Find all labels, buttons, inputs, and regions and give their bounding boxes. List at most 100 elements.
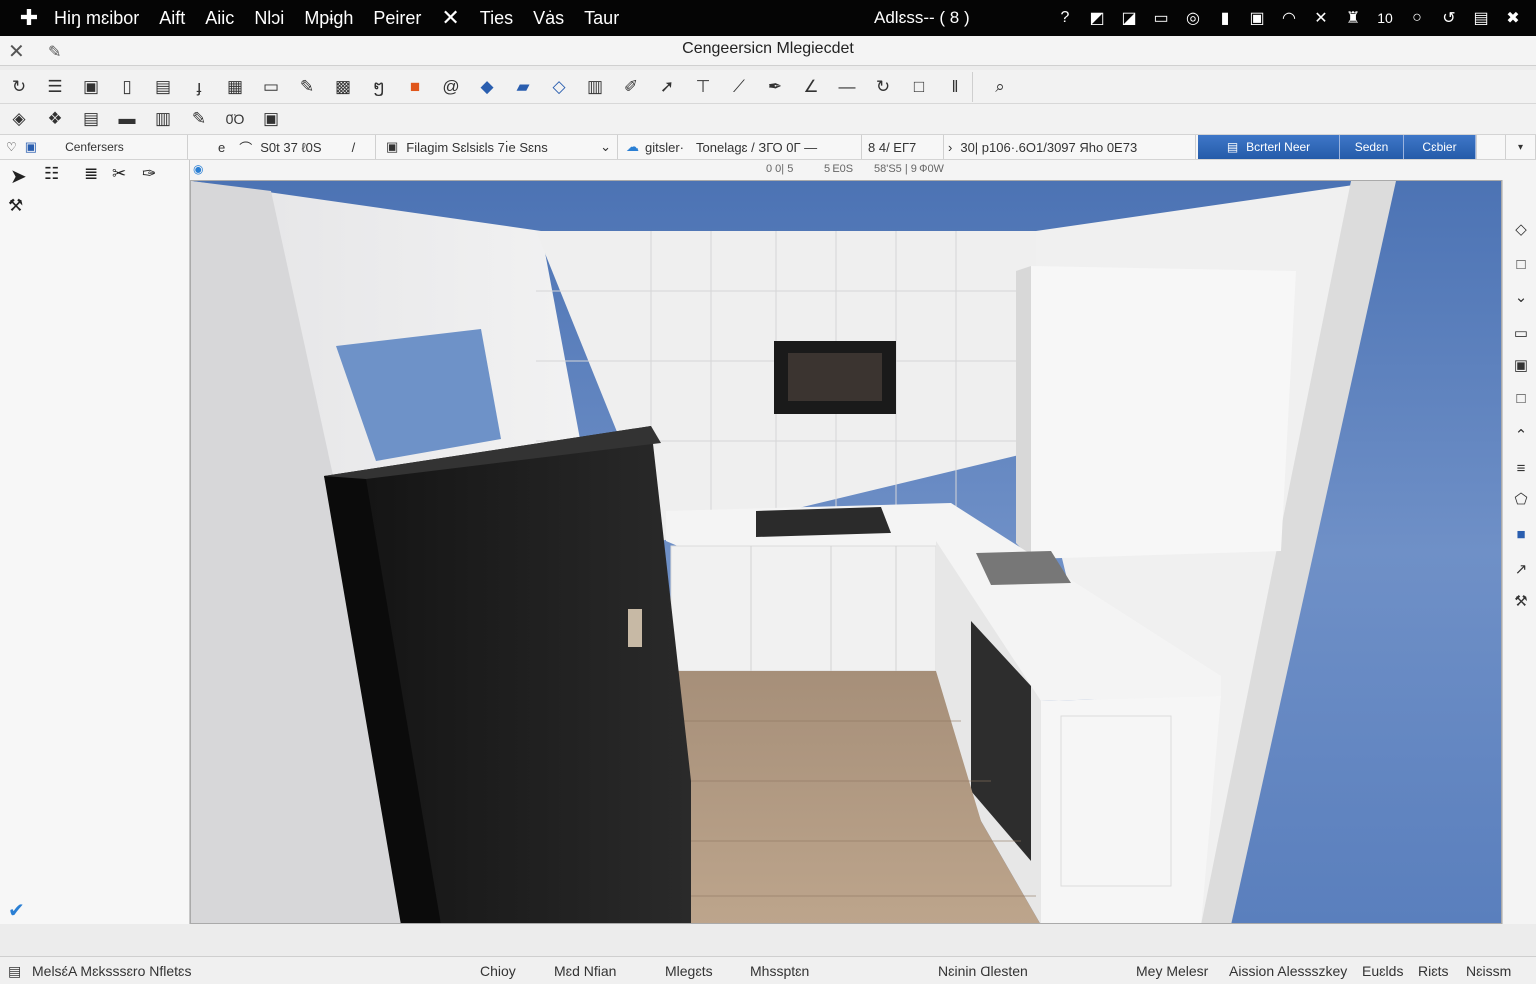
spiral-icon[interactable]: @ xyxy=(440,76,462,98)
glasses-label[interactable]: 0̈O xyxy=(224,108,246,130)
status-item[interactable]: Mɛd Nfian xyxy=(554,963,616,979)
menu-file[interactable]: Hiŋ mɛibor xyxy=(54,8,139,29)
folder-icon[interactable]: ▣ xyxy=(25,139,37,155)
rotate-icon[interactable]: ↻ xyxy=(872,76,894,98)
doc-icon[interactable]: ▤ xyxy=(152,76,174,98)
lasso-icon[interactable]: ↻ xyxy=(8,76,30,98)
status-item[interactable]: Mhssptɛn xyxy=(750,963,809,979)
panel-tab[interactable]: ♡ ▣ Cenfersers xyxy=(0,135,188,159)
tertiary-button[interactable]: Cɛbier xyxy=(1404,135,1476,159)
frame-icon[interactable]: □ xyxy=(1511,390,1531,410)
power-icon[interactable]: ○ xyxy=(1404,9,1430,27)
shield-check-icon[interactable]: ✔ xyxy=(8,898,25,923)
square-icon[interactable]: □ xyxy=(1511,256,1531,276)
menu-help[interactable]: Taur xyxy=(584,8,619,29)
status-item[interactable]: Riɛts xyxy=(1418,963,1449,979)
battery-icon[interactable]: ▮ xyxy=(1212,8,1238,28)
menu-modify[interactable]: Mpɨgh xyxy=(304,8,353,29)
monitor-icon[interactable]: ▭ xyxy=(1148,8,1174,28)
3d-viewport[interactable] xyxy=(190,180,1502,924)
status-item[interactable]: Mlegɛts xyxy=(665,963,713,979)
erase-icon[interactable]: ◈ xyxy=(8,108,30,130)
options-menu-button[interactable]: ▾ xyxy=(1506,135,1536,159)
menu-icon[interactable]: ≡ xyxy=(1511,460,1531,480)
tools-icon[interactable]: ⚒ xyxy=(1511,592,1531,612)
eraser-icon[interactable]: ◇ xyxy=(1511,220,1531,240)
bell-icon[interactable]: ♜ xyxy=(1340,8,1366,28)
chevron-down-icon[interactable]: ⌄ xyxy=(1511,288,1531,308)
rect-icon[interactable]: □ xyxy=(908,76,930,98)
chevron-up-icon[interactable]: ⌃ xyxy=(1511,426,1531,446)
brush-tool-icon[interactable]: ✑ xyxy=(142,164,156,184)
gallery-icon[interactable]: ▤ xyxy=(1468,8,1494,28)
options-dropdown[interactable] xyxy=(1476,135,1506,159)
chevron-down-icon[interactable]: ⌄ xyxy=(600,139,611,155)
magic-wand-icon[interactable]: ↗ xyxy=(1511,560,1531,580)
blue-swatch-icon[interactable]: ■ xyxy=(1511,526,1531,546)
panel-icon[interactable]: ▬ xyxy=(116,108,138,130)
line-icon[interactable]: — xyxy=(836,76,858,98)
wifi-icon[interactable]: ◠ xyxy=(1276,8,1302,28)
book-icon[interactable]: ▥ xyxy=(152,108,174,130)
pattern-icon[interactable]: ▩ xyxy=(332,76,354,98)
close-icon[interactable]: ✖ xyxy=(1500,8,1526,28)
menu-tiles[interactable]: Ties xyxy=(480,8,513,29)
menu-draw[interactable]: Nlɔi xyxy=(254,8,284,29)
loop-icon[interactable]: ↺ xyxy=(1436,8,1462,28)
gallery-icon[interactable]: ▣ xyxy=(1511,356,1531,376)
primary-button[interactable]: ▤ Bcrterl Neer xyxy=(1198,135,1340,159)
size-field[interactable]: 8 4/ ЕГ7 xyxy=(862,135,944,159)
globe-icon[interactable]: ◎ xyxy=(1180,8,1206,28)
coord-field[interactable]: › 30| p106·.6О1/3097 Яhо 0Ε73 xyxy=(944,135,1196,159)
secondary-button[interactable]: Sedɛn xyxy=(1340,135,1404,159)
pause-icon[interactable]: ‖ xyxy=(944,76,966,98)
angle-icon[interactable]: ∠ xyxy=(800,76,822,98)
feather-icon[interactable]: ✒ xyxy=(764,76,786,98)
eye-icon[interactable]: ♡ xyxy=(6,140,17,154)
menu-edit[interactable]: Aift xyxy=(159,8,185,29)
page-icon[interactable]: ▯ xyxy=(116,76,138,98)
display-icon[interactable]: ▣ xyxy=(1244,8,1270,28)
image-icon[interactable]: ▣ xyxy=(260,108,282,130)
stack-icon[interactable]: ▤ xyxy=(80,108,102,130)
orange-square-icon[interactable]: ■ xyxy=(404,76,426,98)
hook-icon[interactable]: ɟ xyxy=(188,76,210,98)
status-item[interactable]: Nɛissm xyxy=(1466,963,1511,979)
ruler-diag-icon[interactable]: ◇ xyxy=(548,76,570,98)
cube-icon[interactable]: ❖ xyxy=(44,108,66,130)
tone-field[interactable]: ☁ gitsler· Tonelagɛ / ЗГО 0Г — xyxy=(618,135,862,159)
ruler-origin-icon[interactable]: ◉ xyxy=(193,162,203,176)
table-icon[interactable]: ▥ xyxy=(584,76,606,98)
menu-tools-icon[interactable]: ✕ xyxy=(441,5,459,31)
tag-icon[interactable]: ◪ xyxy=(1116,8,1142,28)
app-menu-icon[interactable]: ✚ xyxy=(18,5,40,31)
status-item[interactable]: Aission Alessszkey xyxy=(1229,963,1347,979)
menu-pointer[interactable]: Peirer xyxy=(373,8,421,29)
edit-icon[interactable]: ◩ xyxy=(1084,8,1110,28)
list-icon[interactable]: ☰ xyxy=(44,76,66,98)
window-icon[interactable]: ▭ xyxy=(260,76,282,98)
bucket-icon[interactable]: ⬠ xyxy=(1511,490,1531,510)
help-icon[interactable]: ? xyxy=(1052,9,1078,27)
ruler-icon[interactable]: ◆ xyxy=(476,76,498,98)
knife-icon[interactable]: ⟋ xyxy=(728,76,750,98)
status-item[interactable]: Mey Melesr xyxy=(1136,963,1208,979)
comment-icon[interactable]: ▭ xyxy=(1511,324,1531,344)
status-item[interactable]: Chioy xyxy=(480,963,516,979)
select-arrow-icon[interactable]: ➤ xyxy=(10,164,27,189)
layers-icon[interactable]: ☷ xyxy=(44,164,59,184)
status-item[interactable]: Nɛinin Ɑlesten xyxy=(938,963,1028,979)
zoom-icon[interactable]: ⌕ xyxy=(989,76,1011,98)
menu-view[interactable]: Aiic xyxy=(205,8,234,29)
menu-window[interactable]: Vȧs xyxy=(533,8,564,29)
grid-icon[interactable]: ▦ xyxy=(224,76,246,98)
list-icon[interactable]: ≣ xyxy=(84,164,98,184)
stroke-field[interactable]: e ⌒ S0t 37 ℓ0S / xyxy=(188,135,376,159)
font-select[interactable]: ▣ Filagim Sɛlsiɛls 7ı̇e Sɛns ⌄ xyxy=(376,135,618,159)
arrow-icon[interactable]: ➚ xyxy=(656,76,678,98)
crop-icon[interactable]: ⊤ xyxy=(692,76,714,98)
curl-icon[interactable]: ໆ xyxy=(368,76,390,98)
brush-icon[interactable]: ✎ xyxy=(296,76,318,98)
wrench-icon[interactable]: ⚒ xyxy=(8,196,23,216)
frame-icon[interactable]: ▣ xyxy=(80,76,102,98)
